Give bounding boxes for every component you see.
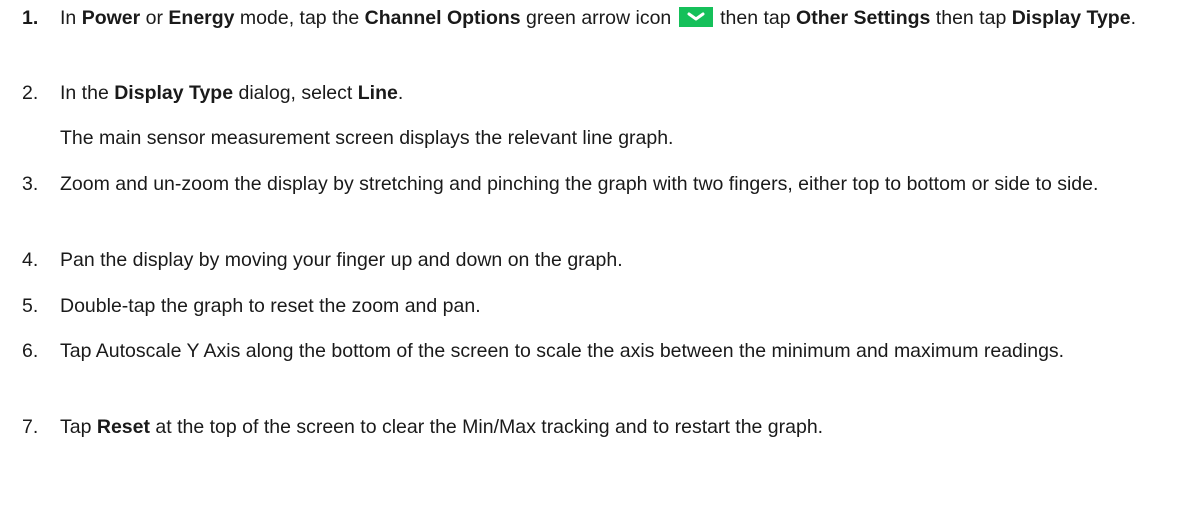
step-2: 2. In the Display Type dialog, select Li… <box>22 79 1189 108</box>
bold-term: Other Settings <box>796 7 931 29</box>
step-7: 7. Tap Reset at the top of the screen to… <box>22 413 1189 442</box>
instruction-document: 1. In Power or Energy mode, tap the Chan… <box>0 0 1203 507</box>
step-text: In Power or Energy mode, tap the Channel… <box>60 4 1189 33</box>
step-number: 2. <box>22 82 39 104</box>
step-1: 1. In Power or Energy mode, tap the Chan… <box>22 4 1189 33</box>
text-run: . <box>1130 7 1136 29</box>
text-run: then tap <box>714 7 797 29</box>
step-number: 4. <box>22 249 39 271</box>
step-5: 5. Double-tap the graph to reset the zoo… <box>22 292 1189 321</box>
step-number: 3. <box>22 173 39 195</box>
step-text: Tap Autoscale Y Axis along the bottom of… <box>60 340 1065 362</box>
step-number: 5. <box>22 295 39 317</box>
step-text: Double-tap the graph to reset the zoom a… <box>60 295 481 317</box>
text-run: In <box>60 7 82 29</box>
text-run: mode, tap the <box>234 7 365 29</box>
step-text: Zoom and un-zoom the display by stretchi… <box>60 173 1099 195</box>
step-6: 6. Tap Autoscale Y Axis along the bottom… <box>22 337 1189 366</box>
bold-term: Channel Options <box>364 7 521 29</box>
text-run: green arrow icon <box>520 7 672 29</box>
step-text: Pan the display by moving your finger up… <box>60 249 623 271</box>
text-run: . <box>397 82 404 104</box>
text-run: at the top of the screen to clear the Mi… <box>149 416 824 438</box>
step-2-note: The main sensor measurement screen displ… <box>60 127 674 149</box>
step-number: 1. <box>22 7 39 29</box>
step-text: Tap Reset at the top of the screen to cl… <box>60 413 1189 442</box>
bold-term: Energy <box>168 7 235 29</box>
step-number: 6. <box>22 340 39 362</box>
step-3: 3. Zoom and un-zoom the display by stret… <box>22 170 1189 199</box>
bold-term: Display Type <box>1011 7 1131 29</box>
bold-term: Reset <box>96 416 150 438</box>
text-run: In the <box>60 82 115 104</box>
text-run: or <box>140 7 169 29</box>
text-run: dialog, select <box>233 82 358 104</box>
chevron-down-icon <box>678 7 713 27</box>
text-run: then tap <box>930 7 1012 29</box>
bold-term: Line <box>357 82 398 104</box>
bold-term: Power <box>81 7 141 29</box>
bold-term: Display Type <box>114 82 234 104</box>
step-number: 7. <box>22 416 39 438</box>
step-text: In the Display Type dialog, select Line. <box>60 79 1189 108</box>
text-run: Tap <box>60 416 97 438</box>
step-4: 4. Pan the display by moving your finger… <box>22 246 1189 275</box>
